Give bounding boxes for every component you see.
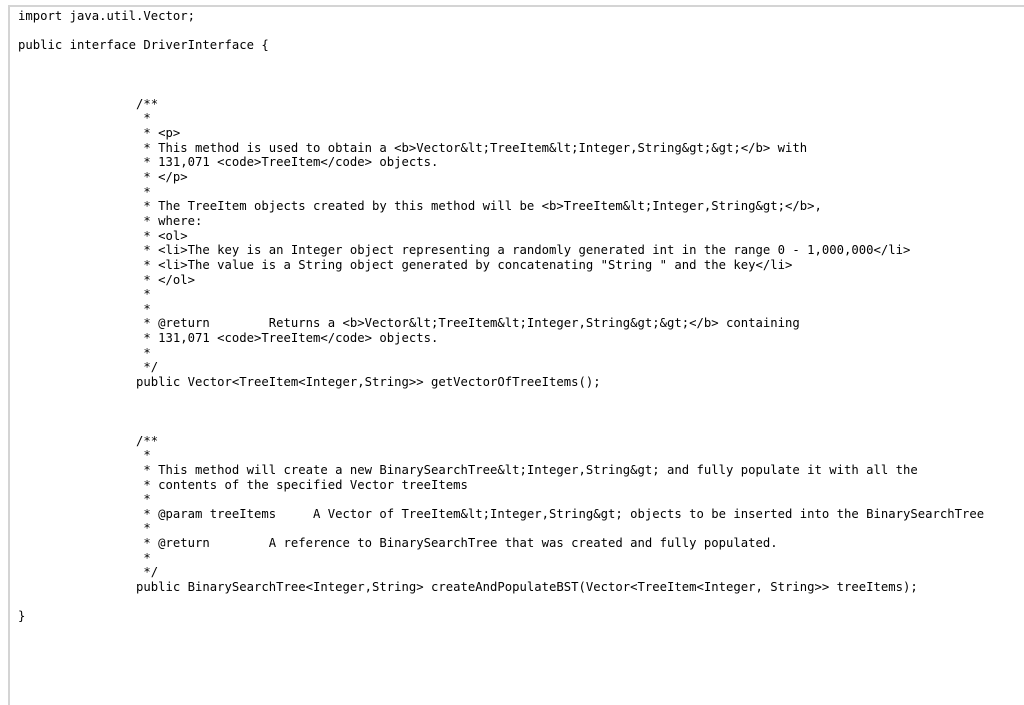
interface-declaration: public interface DriverInterface {: [18, 38, 269, 53]
javadoc-comment-line: * contents of the specified Vector treeI…: [18, 477, 468, 492]
javadoc-comment-line: * <p>: [18, 126, 181, 141]
javadoc-comment-line: * This method is used to obtain a <b>Vec…: [18, 140, 808, 155]
javadoc-comment-line: * The TreeItem objects created by this m…: [18, 199, 822, 214]
javadoc-comment-line: * 131,071 <code>TreeItem</code> objects.: [18, 155, 439, 170]
javadoc-comment-line: /**: [18, 96, 159, 111]
javadoc-comment-line: * where:: [18, 213, 203, 228]
javadoc-comment-line: *: [18, 448, 151, 463]
code-viewer: import java.util.Vector; public interface…: [8, 5, 1024, 705]
javadoc-comment-line: * </p>: [18, 170, 188, 185]
javadoc-comment-line: * 131,071 <code>TreeItem</code> objects.: [18, 331, 439, 346]
javadoc-param-tag: * @param treeItems A Vector of TreeItem&…: [18, 506, 985, 521]
javadoc-comment-line: *: [18, 550, 151, 565]
method-declaration-create-bst: public BinarySearchTree<Integer,String> …: [18, 579, 918, 594]
closing-brace: }: [18, 609, 26, 624]
javadoc-return-tag: * @return A reference to BinarySearchTre…: [18, 536, 778, 551]
javadoc-comment-line: * <li>The value is a String object gener…: [18, 257, 793, 272]
javadoc-return-tag: * @return Returns a <b>Vector&lt;TreeIte…: [18, 316, 800, 331]
import-statement: import java.util.Vector;: [18, 9, 196, 23]
source-code: import java.util.Vector; public interface…: [18, 9, 984, 624]
javadoc-comment-line: *: [18, 111, 151, 126]
javadoc-comment-line: *: [18, 184, 151, 199]
method-declaration-get-vector: public Vector<TreeItem<Integer,String>> …: [18, 375, 601, 390]
javadoc-comment-line: */: [18, 565, 159, 580]
javadoc-comment-line: *: [18, 301, 151, 316]
javadoc-comment-line: */: [18, 360, 159, 375]
javadoc-comment-line: *: [18, 345, 151, 360]
javadoc-comment-line: *: [18, 521, 151, 536]
javadoc-comment-line: *: [18, 287, 151, 302]
javadoc-comment-line: * </ol>: [18, 272, 196, 287]
javadoc-comment-line: /**: [18, 433, 159, 448]
javadoc-comment-line: *: [18, 492, 151, 507]
javadoc-comment-line: * This method will create a new BinarySe…: [18, 462, 918, 477]
javadoc-comment-line: * <li>The key is an Integer object repre…: [18, 243, 911, 258]
javadoc-comment-line: * <ol>: [18, 228, 188, 243]
